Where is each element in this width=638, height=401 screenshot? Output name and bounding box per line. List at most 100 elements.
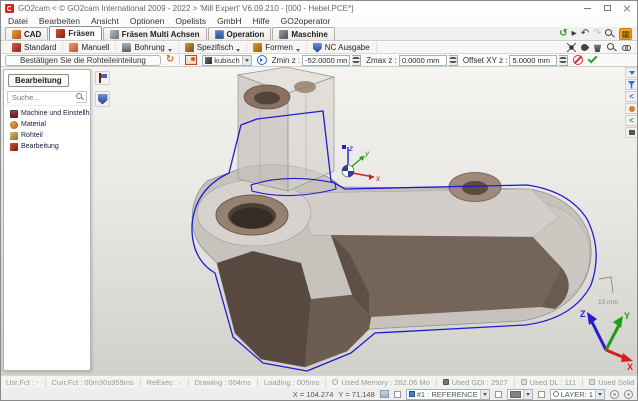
- zmin-label: Zmin z :: [272, 56, 300, 65]
- panel-tab-bearbeitung[interactable]: Bearbeitung: [8, 74, 69, 87]
- status-used-memory: Used Memory : 282.06 Mo: [326, 378, 436, 387]
- quick-tools: ↺ ▸ ↶ ↷ ▦: [559, 27, 637, 40]
- filter-button[interactable]: [625, 79, 638, 90]
- button-bohrung[interactable]: Bohrung: [116, 42, 178, 53]
- menu-datei[interactable]: Datei: [8, 16, 28, 26]
- close-button[interactable]: [617, 1, 637, 15]
- stock-type-value: kubisch: [214, 56, 239, 65]
- stock-type-dropdown[interactable]: [242, 56, 251, 65]
- magnifier-icon[interactable]: [607, 43, 617, 53]
- button-nc-ausgabe[interactable]: NC Ausgabe: [307, 42, 377, 53]
- touch-mode-button[interactable]: [625, 103, 638, 114]
- tab-operation[interactable]: Operation: [208, 27, 272, 40]
- maximize-button[interactable]: [597, 1, 617, 15]
- collapse-panel-button[interactable]: [625, 67, 638, 78]
- color-dropdown[interactable]: [523, 390, 532, 399]
- step-back-button[interactable]: <: [625, 115, 638, 126]
- reference-checkbox[interactable]: [394, 391, 401, 398]
- menu-ansicht[interactable]: Ansicht: [91, 16, 119, 26]
- color-checkbox[interactable]: [495, 391, 502, 398]
- scale-indicator: 10 mm: [598, 277, 618, 306]
- layer-checkbox[interactable]: [538, 391, 545, 398]
- menu-optionen[interactable]: Optionen: [130, 16, 165, 26]
- view-tools: [567, 43, 637, 53]
- render-settings-icon[interactable]: [567, 43, 576, 52]
- redo-icon[interactable]: ↷: [593, 29, 601, 39]
- tree-item-rohteil[interactable]: Rohteil: [10, 130, 90, 141]
- tree-item-material[interactable]: Material: [10, 119, 90, 130]
- stock-type-select[interactable]: kubisch: [202, 55, 251, 66]
- flag-icon: [98, 73, 107, 83]
- button-formen[interactable]: Formen: [247, 42, 307, 53]
- shield-button[interactable]: [95, 91, 110, 107]
- offset-xy-input[interactable]: [509, 55, 557, 66]
- confirm-check-icon[interactable]: [588, 54, 598, 64]
- lever-part[interactable]: [192, 165, 591, 367]
- tab-fraesen[interactable]: Fräsen: [49, 26, 101, 40]
- stock-picture-icon[interactable]: [185, 55, 197, 65]
- menu-gmbh[interactable]: GmbH: [217, 16, 242, 26]
- prompt-message: Bestätigen Sie die Rohteileinteilung: [5, 55, 161, 66]
- delete-bucket-icon[interactable]: [593, 43, 602, 52]
- grid-toggle-icon[interactable]: [380, 390, 389, 398]
- button-spezifisch[interactable]: Spezifisch: [179, 42, 247, 53]
- zmax-field: Zmax z :: [366, 55, 458, 66]
- solid-icon: [589, 379, 595, 385]
- sync-icon[interactable]: ↺: [559, 29, 567, 39]
- reference-select[interactable]: #1 : REFERENCE: [406, 389, 490, 400]
- tree-item-bearbeitung[interactable]: Bearbeitung: [10, 141, 90, 152]
- coord-y: Y = 71.148: [338, 390, 374, 399]
- button-manuell[interactable]: Manuell: [63, 42, 116, 53]
- minimize-button[interactable]: [577, 1, 597, 15]
- display-settings-icon[interactable]: [624, 390, 633, 399]
- color-fill-icon[interactable]: [580, 43, 590, 53]
- layer-dropdown[interactable]: [595, 390, 604, 399]
- menu-go2operator[interactable]: GO2operator: [281, 16, 331, 26]
- undo-icon[interactable]: ↶: [581, 29, 589, 39]
- status-used-gdi: Used GDI : 2927: [437, 378, 515, 387]
- tree-item-machine[interactable]: Machine und Einstellhilfe: [10, 108, 90, 119]
- menu-opelists[interactable]: Opelists: [175, 16, 206, 26]
- grid-view-icon[interactable]: ▦: [619, 28, 632, 40]
- chevron-down-icon: [168, 49, 172, 52]
- flag-button[interactable]: [95, 71, 110, 85]
- previous-view-button[interactable]: <: [625, 91, 638, 102]
- visibility-glasses-icon[interactable]: [622, 43, 631, 52]
- button-standard[interactable]: Standard: [6, 42, 63, 53]
- reference-value: #1 : REFERENCE: [417, 390, 478, 399]
- reference-dropdown[interactable]: [480, 390, 489, 399]
- viewport[interactable]: z y x 10 mm Z: [1, 67, 638, 375]
- zoom-search-icon[interactable]: [605, 29, 615, 39]
- status-bar: Usr.Fct : - Curr.Fct : 00m30s959ms ReExe…: [1, 375, 637, 388]
- drilling-icon: [122, 43, 131, 52]
- operations-tree: Machine und Einstellhilfe Material Rohte…: [4, 105, 90, 152]
- zmin-input[interactable]: [302, 55, 350, 66]
- zmin-stepper[interactable]: [352, 55, 361, 66]
- model-3d[interactable]: z y x 10 mm Z: [1, 67, 638, 375]
- search-input[interactable]: [10, 92, 76, 103]
- zmax-input[interactable]: [399, 55, 447, 66]
- nav-triad[interactable]: Z Y X: [580, 309, 633, 372]
- rotate-stock-icon[interactable]: ↻: [166, 55, 174, 65]
- offset-xy-stepper[interactable]: [559, 55, 568, 66]
- snap-settings-icon[interactable]: [610, 390, 619, 399]
- zmin-field: Zmin z :: [272, 55, 361, 66]
- tab-cad[interactable]: CAD: [5, 27, 48, 40]
- search-icon[interactable]: [76, 93, 84, 101]
- pointer-tool-icon[interactable]: ▸: [572, 29, 577, 39]
- tab-fraesen-multi-achsen[interactable]: Fräsen Multi Achsen: [103, 27, 207, 40]
- zmax-stepper[interactable]: [449, 55, 458, 66]
- tree-item-machine-label: Machine und Einstellhilfe: [21, 110, 90, 117]
- stock-block[interactable]: [238, 67, 334, 191]
- tab-maschine[interactable]: Maschine: [272, 27, 334, 40]
- color-select[interactable]: [507, 389, 533, 400]
- info-play-icon[interactable]: [257, 55, 267, 65]
- menu-bearbeiten[interactable]: Bearbeiten: [39, 16, 80, 26]
- triad-x-label: x: [375, 174, 381, 183]
- machining-icon: [10, 143, 18, 151]
- cancel-icon[interactable]: [573, 55, 583, 65]
- layer-select[interactable]: LAYER: 1: [550, 389, 605, 400]
- menu-hilfe[interactable]: Hilfe: [253, 16, 270, 26]
- cad-icon: [12, 30, 21, 39]
- camera-button[interactable]: [625, 127, 638, 138]
